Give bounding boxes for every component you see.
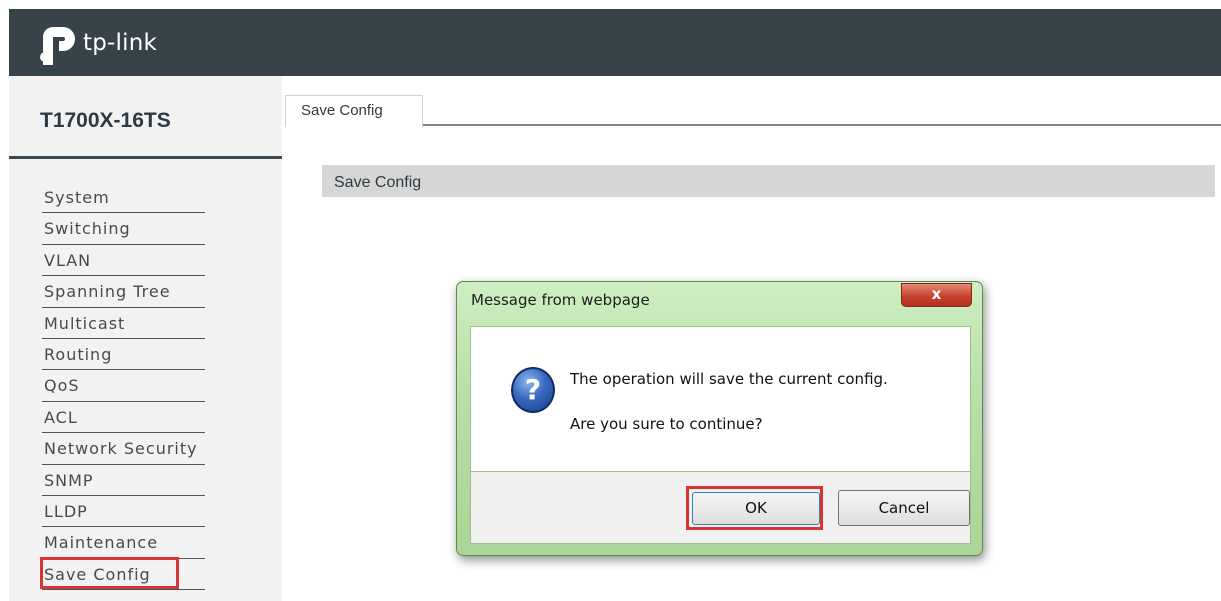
sidebar-item-maintenance[interactable]: Maintenance — [42, 529, 205, 560]
cancel-button[interactable]: Cancel — [838, 490, 970, 526]
brand-logo[interactable]: tp-link — [39, 21, 157, 65]
tp-link-logo-icon — [40, 27, 75, 65]
close-button[interactable]: x — [901, 283, 972, 307]
ok-button[interactable]: OK — [692, 492, 820, 525]
dialog-message-line2: Are you sure to continue? — [570, 415, 763, 433]
section-header: Save Config — [322, 165, 1215, 197]
sidebar-item-system[interactable]: System — [42, 184, 205, 215]
sidebar-divider — [9, 156, 282, 159]
sidebar-item-lldp[interactable]: LLDP — [42, 498, 205, 529]
dialog-footer: OK Cancel — [470, 472, 971, 544]
question-icon: ? — [511, 367, 555, 413]
dialog-message-line1: The operation will save the current conf… — [570, 370, 888, 388]
tab-underline — [423, 124, 1221, 126]
sidebar-item-acl[interactable]: ACL — [42, 404, 205, 435]
sidebar-item-routing[interactable]: Routing — [42, 341, 205, 372]
sidebar-item-spanning-tree[interactable]: Spanning Tree — [42, 278, 205, 309]
device-model: T1700X-16TS — [40, 109, 171, 132]
dialog-title: Message from webpage — [471, 291, 650, 309]
top-header: tp-link — [9, 9, 1221, 76]
confirm-dialog: Message from webpage x ? The operation w… — [456, 281, 983, 556]
sidebar-item-network-security[interactable]: Network Security — [42, 435, 205, 466]
sidebar-item-multicast[interactable]: Multicast — [42, 310, 205, 341]
sidebar-item-vlan[interactable]: VLAN — [42, 247, 205, 278]
sidebar-item-switching[interactable]: Switching — [42, 215, 205, 246]
close-icon: x — [931, 285, 942, 303]
dialog-body: ? The operation will save the current co… — [470, 326, 971, 472]
sidebar-menu: System Switching VLAN Spanning Tree Mult… — [42, 184, 205, 592]
sidebar-item-snmp[interactable]: SNMP — [42, 467, 205, 498]
brand-name: tp-link — [83, 30, 157, 56]
tab-save-config[interactable]: Save Config — [285, 95, 423, 127]
save-config-highlight — [40, 557, 179, 589]
sidebar-item-qos[interactable]: QoS — [42, 372, 205, 403]
sidebar: T1700X-16TS System Switching VLAN Spanni… — [9, 76, 282, 601]
